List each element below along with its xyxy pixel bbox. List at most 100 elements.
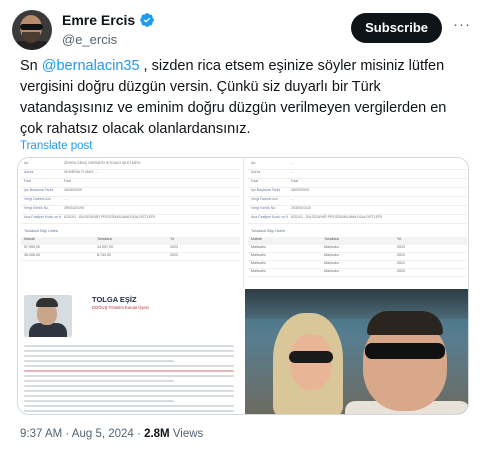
doc-table-row: 36.006,00 8.743,00 2022 [21, 253, 240, 261]
doc-table-header-cell: Matrah [24, 237, 36, 241]
author-avatar[interactable] [12, 10, 52, 50]
profile-text-line [24, 405, 234, 407]
doc-table-cell: Mahsubu [251, 253, 266, 257]
doc-table-row: Mahsubu Mahsubu 2021 [248, 261, 467, 269]
profile-text-line [24, 375, 234, 377]
tweet-header: Emre Ercis @e_ercis Subscribe ··· [12, 10, 472, 50]
meta-separator: · [62, 428, 72, 440]
doc-field-value: ... [291, 161, 294, 165]
doc-table-header: Matrah Tahakkuk Yıl [21, 237, 240, 245]
profile-portrait [24, 295, 72, 337]
doc-table-row: 57.999,00 14.997,00 2023 [21, 245, 240, 253]
doc-table-header-cell: Tahakkuk [97, 237, 113, 241]
profile-text-line [24, 400, 174, 402]
doc-field-row: Ad ZEHRA GENÇ DERNEĞİ İKTİSADİ İŞLETMESİ [21, 161, 240, 170]
doc-table-header-cell: Yıl [397, 237, 402, 241]
doc-field-key: Vergi Dairesi Adı [24, 197, 51, 201]
doc-table-header-cell: Yıl [170, 237, 175, 241]
doc-field-row: Ana Faaliyet Kodu ve Adı 620101 - BİLGİSA… [21, 215, 240, 224]
views-label: Views [169, 428, 204, 440]
author-name[interactable]: Emre Ercis [62, 12, 135, 28]
doc-field-key: Ad [24, 161, 29, 165]
doc-table-cell: Mahsubu [324, 261, 339, 265]
doc-table-cell: Mahsubu [324, 245, 339, 249]
tweet-time[interactable]: 9:37 AM [20, 428, 62, 440]
photo-background [245, 289, 468, 319]
doc-subhead: Tahakkuk Bilgi Listesi [251, 229, 286, 233]
profile-text-line [24, 345, 234, 347]
profile-text-line [24, 385, 234, 387]
doc-field-row: Vergi Dairesi Adı... [21, 197, 240, 206]
doc-field-row: Vergi Kimlik No 2930001410 [248, 206, 467, 215]
doc-field-value: ... [64, 197, 67, 201]
doc-field-value: ... [291, 170, 294, 174]
portrait-body [29, 323, 67, 337]
doc-field-row: Vergi Dairesi Adı... [248, 197, 467, 206]
couple-selfie-photo[interactable] [245, 289, 468, 414]
doc-subhead: Tahakkuk Bilgi Listesi [24, 229, 59, 233]
author-handle[interactable]: @e_ercis [62, 32, 117, 47]
doc-field-value: Faal [291, 179, 298, 183]
doc-field-row: Ad... [248, 161, 467, 170]
avatar-sunglasses [20, 24, 43, 30]
doc-table-cell: Mahsubu [251, 269, 266, 273]
doc-field-value: Faal [64, 179, 71, 183]
tax-document-left[interactable]: Ad ZEHRA GENÇ DERNEĞİ İKTİSADİ İŞLETMESİ A… [18, 158, 244, 288]
doc-table-cell: Mahsubu [324, 269, 339, 273]
doc-field-key: Adres [24, 170, 34, 174]
doc-table-cell: 2020 [397, 269, 405, 273]
doc-field-row: Adres KEMERALTI MAH. ... [21, 170, 240, 179]
verified-badge-icon [140, 13, 155, 27]
doc-field-row: Vergi Kimlik No 3900424190 [21, 206, 240, 215]
tweet-text-prefix: Sn [20, 58, 42, 74]
doc-table-row: Mahsubu Mahsubu 2022 [248, 253, 467, 261]
doc-field-value: 3900424190 [64, 206, 84, 210]
profile-article-image[interactable]: TOLGA EŞİZ DOĞUŞ Yönetim Kurulu Üyesi [18, 289, 244, 414]
portrait-hair [36, 298, 58, 307]
translate-post-link[interactable]: Translate post [20, 140, 92, 152]
profile-text-line [24, 390, 234, 392]
doc-field-key: Ana Faaliyet Kodu ve Adı [24, 215, 61, 219]
doc-field-value: ZEHRA GENÇ DERNEĞİ İKTİSADİ İŞLETMESİ [64, 161, 141, 165]
tweet-text: Sn @bernalacin35 , sizden rica etsem eşi… [20, 56, 470, 140]
man-sunglasses [365, 343, 445, 359]
doc-table-cell: 8.743,00 [97, 253, 111, 257]
profile-text-line [24, 410, 234, 412]
tweet-media[interactable]: Ad ZEHRA GENÇ DERNEĞİ İKTİSADİ İŞLETMESİ A… [17, 157, 469, 415]
doc-table-header-cell: Matrah [251, 237, 263, 241]
woman-sunglasses [289, 351, 333, 363]
doc-table-cell: 2021 [397, 261, 405, 265]
doc-field-key: İşe Başlama Tarihi [24, 188, 54, 192]
man-hair [367, 311, 443, 335]
doc-field-key: Vergi Kimlik No [24, 206, 49, 210]
doc-field-row: İşe Başlama Tarihi 26/06/2009 [21, 188, 240, 197]
tax-document-right[interactable]: Ad... Adres... Faal Faal İşe Başlama Tarihi 0… [245, 158, 468, 288]
profile-text-line [24, 365, 234, 367]
doc-table-cell: Mahsubu [324, 253, 339, 257]
tweet-date[interactable]: Aug 5, 2024 [72, 428, 134, 440]
doc-table-cell: 57.999,00 [24, 245, 40, 249]
profile-name: TOLGA EŞİZ [92, 295, 137, 304]
doc-field-value: 26/06/2009 [64, 188, 82, 192]
subscribe-button[interactable]: Subscribe [351, 13, 442, 43]
doc-field-value: 2930001410 [291, 206, 311, 210]
tweet-meta: 9:37 AM · Aug 5, 2024 · 2.8M Views [20, 428, 203, 440]
profile-text-line [24, 395, 234, 397]
doc-table-header: Matrah Tahakkuk Yıl [248, 237, 467, 245]
doc-table-row: Mahsubu Mahsubu 2020 [248, 269, 467, 277]
doc-field-row: Adres... [248, 170, 467, 179]
doc-table-row: Mahsubu Mahsubu 2023 [248, 245, 467, 253]
doc-field-key: Vergi Dairesi Adı [251, 197, 278, 201]
more-options-icon[interactable]: ··· [452, 17, 472, 37]
mention-link[interactable]: @bernalacin35 [42, 58, 140, 74]
doc-field-value: 620101 - BİLGİSAYAR PROGRAMLAMA FAALİYET… [64, 215, 155, 219]
doc-field-key: Ana Faaliyet Kodu ve Adı [251, 215, 288, 219]
doc-table-cell: Mahsubu [251, 261, 266, 265]
doc-field-row: İşe Başlama Tarihi 08/09/2009 [248, 188, 467, 197]
profile-text-line [24, 370, 234, 372]
doc-table-cell: 2023 [170, 245, 178, 249]
doc-table-header-cell: Tahakkuk [324, 237, 340, 241]
doc-field-value: ... [291, 197, 294, 201]
meta-separator: · [133, 428, 145, 440]
doc-field-key: Ad [251, 161, 256, 165]
